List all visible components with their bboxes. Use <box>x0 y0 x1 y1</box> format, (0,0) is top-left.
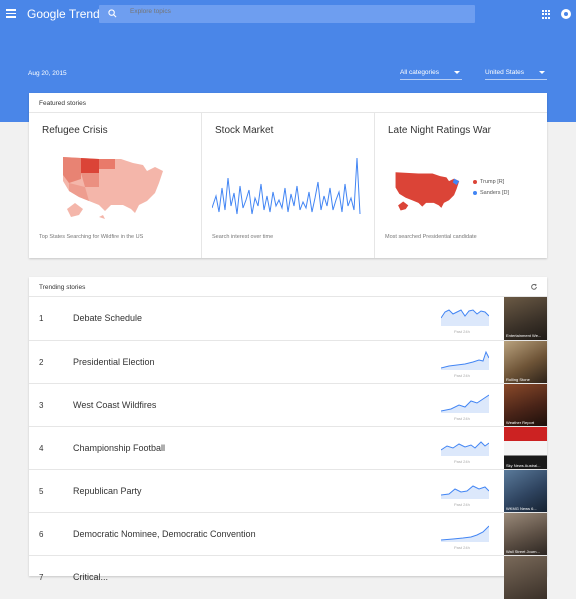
trending-stories-title: Trending stories <box>39 284 86 291</box>
story-thumbnail[interactable]: Rolling Stone <box>504 341 547 384</box>
story-thumbnail[interactable]: WKMG News 6... <box>504 470 547 513</box>
trend-sparkline <box>441 350 489 370</box>
trending-row[interactable]: 6 Democratic Nominee, Democratic Convent… <box>29 512 547 556</box>
legend-label: Trump [R] <box>480 179 505 185</box>
trend-sparkline <box>441 394 489 413</box>
trending-row[interactable]: 1 Debate Schedule Past 24h Entertainment… <box>29 297 547 340</box>
trending-rank: 2 <box>39 358 44 367</box>
search-input[interactable] <box>130 8 430 15</box>
account-avatar[interactable] <box>561 9 571 19</box>
featured-stories-card: Featured stories Refugee Crisis Top Stat… <box>29 93 547 258</box>
trending-rank: 4 <box>39 444 44 453</box>
trending-row[interactable]: 3 West Coast Wildfires Past 24h Weather … <box>29 383 547 427</box>
stock-interest-line-chart <box>212 157 361 215</box>
trending-row[interactable]: 7 Critical... <box>29 555 547 599</box>
trend-sparkline <box>441 525 489 542</box>
region-select-value: United States <box>485 69 525 76</box>
trending-rank: 3 <box>39 401 44 410</box>
trending-title: Republican Party <box>73 486 142 496</box>
hamburger-menu-icon[interactable] <box>6 9 16 19</box>
us-states-map <box>63 157 163 219</box>
featured-story-stock-market[interactable]: Stock Market Search interest over time <box>202 113 375 258</box>
category-select-value: All categories <box>400 69 440 76</box>
trending-row[interactable]: 2 Presidential Election Past 24h Rolling… <box>29 340 547 384</box>
story-title: Late Night Ratings War <box>388 125 492 136</box>
legend-item-trump: Trump [R] <box>473 179 504 185</box>
trending-title: Presidential Election <box>73 357 155 367</box>
legend-item-sanders: Sanders [D] <box>473 190 509 196</box>
story-title: Stock Market <box>215 125 274 136</box>
trending-rank: 7 <box>39 573 44 582</box>
trending-stories-header: Trending stories <box>29 277 547 297</box>
thumbnail-source: Sky News Austral... <box>506 463 541 468</box>
story-caption: Most searched Presidential candidate <box>385 234 477 240</box>
google-trends-logo[interactable]: Google Trends <box>27 7 106 21</box>
trending-rank: 1 <box>39 314 44 323</box>
featured-story-refugee-crisis[interactable]: Refugee Crisis Top States Searching for … <box>29 113 202 258</box>
trending-title: Debate Schedule <box>73 313 143 323</box>
candidate-us-map <box>395 172 460 211</box>
thumbnail-source: Rolling Stone <box>506 377 530 382</box>
thumbnail-source: Weather Report <box>506 420 535 425</box>
sparkline-label: Past 24h <box>454 329 470 334</box>
story-thumbnail[interactable]: Sky News Austral... <box>504 427 547 470</box>
sparkline-label: Past 24h <box>454 416 470 421</box>
chevron-down-icon <box>539 71 545 74</box>
refresh-icon[interactable] <box>530 283 538 291</box>
trending-title: West Coast Wildfires <box>73 400 157 410</box>
category-select[interactable]: All categories <box>400 67 462 80</box>
legend-color-swatch <box>473 179 477 184</box>
trending-rank: 5 <box>39 487 44 496</box>
story-thumbnail[interactable]: Weather Report <box>504 384 547 427</box>
trend-sparkline <box>441 441 489 456</box>
trend-sparkline <box>441 309 489 326</box>
story-title: Refugee Crisis <box>42 125 108 136</box>
thumbnail-source: Entertainment We... <box>506 333 542 338</box>
featured-stories-header: Featured stories <box>29 93 547 113</box>
legend-color-swatch <box>473 190 477 195</box>
sparkline-label: Past 24h <box>454 373 470 378</box>
featured-story-late-night-ratings[interactable]: Late Night Ratings War Trump [R] Sanders… <box>375 113 547 258</box>
story-thumbnail[interactable] <box>504 556 547 599</box>
date-label: Aug 20, 2015 <box>28 70 67 77</box>
trend-sparkline <box>441 485 489 499</box>
sparkline-label: Past 24h <box>454 502 470 507</box>
trending-title: Championship Football <box>73 443 166 453</box>
sparkline-label: Past 24h <box>454 545 470 550</box>
trending-row[interactable]: 4 Championship Football Past 24h Sky New… <box>29 426 547 470</box>
sparkline-label: Past 24h <box>454 459 470 464</box>
search-icon <box>108 9 117 18</box>
region-select[interactable]: United States <box>485 67 547 80</box>
story-thumbnail[interactable]: Wall Street Journ... <box>504 513 547 556</box>
thumbnail-source: WKMG News 6... <box>506 506 537 511</box>
trending-title: Critical... <box>73 572 109 582</box>
trending-row[interactable]: 5 Republican Party Past 24h WKMG News 6.… <box>29 469 547 513</box>
chevron-down-icon <box>454 71 460 74</box>
apps-grid-icon[interactable] <box>542 10 551 19</box>
search-bar[interactable] <box>99 5 475 23</box>
story-caption: Search interest over time <box>212 234 274 240</box>
story-caption: Top States Searching for Wildfire in the… <box>39 234 144 240</box>
legend-label: Sanders [D] <box>480 190 510 196</box>
trending-stories-card: Trending stories 1 Debate Schedule Past … <box>29 277 547 599</box>
trending-title: Democratic Nominee, Democratic Conventio… <box>73 529 256 539</box>
trending-rank: 6 <box>39 530 44 539</box>
thumbnail-source: Wall Street Journ... <box>506 549 540 554</box>
story-thumbnail[interactable]: Entertainment We... <box>504 297 547 340</box>
